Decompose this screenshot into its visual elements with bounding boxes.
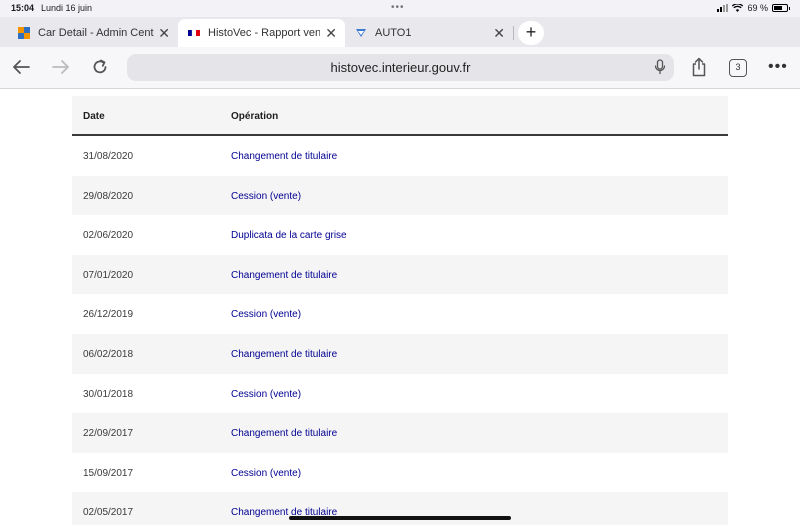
row-operation: Changement de titulaire [231,151,338,162]
address-bar[interactable]: histovec.interieur.gouv.fr [127,54,674,81]
grid-favicon-icon [18,27,30,39]
new-tab-button[interactable]: + [518,21,544,45]
status-time: 15:04 [11,3,35,13]
row-date: 30/01/2018 [83,388,134,400]
reload-icon [93,59,107,74]
share-icon [692,57,706,77]
browser-toolbar: histovec.interieur.gouv.fr [0,47,800,89]
forward-button[interactable] [48,54,74,80]
tab-overview-button[interactable]: 3 [729,59,747,77]
row-operation: Cession (vente) [231,309,302,321]
table-row: 02/05/2017 Changement de titulaire [72,492,728,525]
table-row: 30/01/2018 Cession (vente) [72,374,728,414]
operation-column-header: Opération [231,111,279,122]
row-date: 07/01/2020 [83,269,134,281]
close-tab-icon[interactable]: ✕ [325,25,337,42]
row-date: 31/08/2020 [83,151,134,162]
row-operation: Cession (vente) [231,190,302,202]
table-row: 26/12/2019 Cession (vente) [72,294,728,334]
back-button[interactable] [8,54,34,80]
multitasking-dots-icon[interactable]: ••• [391,2,405,13]
battery-icon [772,4,790,12]
tab-histovec[interactable]: HistoVec - Rapport vend ✕ [178,19,345,47]
french-flag-icon [188,29,200,37]
url-text: histovec.interieur.gouv.fr [330,60,471,75]
tab-title: Car Detail - Admin Cente [38,27,154,39]
cellular-signal-icon [717,4,729,12]
microphone-icon[interactable] [654,59,666,75]
table-header: Date Opération [72,96,728,136]
status-bar: 15:04 Lundi 16 juin ••• 69 % [0,0,800,17]
tab-car-detail[interactable]: Car Detail - Admin Cente ✕ [0,19,178,47]
table-row: 02/06/2020 Duplicata de la carte grise [72,215,728,255]
row-date: 29/08/2020 [83,190,134,202]
row-date: 06/02/2018 [83,348,134,360]
auto1-favicon-icon [356,29,366,37]
table-row: 15/09/2017 Cession (vente) [72,453,728,493]
arrow-left-icon [13,60,30,74]
status-right: 69 % [717,3,790,13]
table-row: 29/08/2020 Cession (vente) [72,175,728,216]
reload-button[interactable] [87,54,113,80]
arrow-right-icon [52,60,69,74]
close-tab-icon[interactable]: ✕ [493,25,505,42]
share-button[interactable] [686,54,712,80]
row-date: 22/09/2017 [83,428,134,440]
row-date: 02/06/2020 [83,230,134,242]
date-column-header: Date [83,111,105,122]
row-date: 02/05/2017 [83,507,134,519]
tab-auto1[interactable]: AUTO1 ✕ [345,19,513,47]
operations-history-table: Date Opération 31/08/2020 Changement de t… [72,96,728,525]
table-row: 06/02/2018 Changement de titulaire [72,333,728,374]
more-options-icon[interactable]: ••• [768,58,788,76]
table-body: 31/08/2020 Changement de titulaire 29/08/2… [72,136,728,525]
tab-title: AUTO1 [375,27,412,39]
battery-percent: 69 % [747,3,768,13]
tab-title: HistoVec - Rapport vend [208,27,320,39]
table-row: 22/09/2017 Changement de titulaire [72,413,728,453]
tab-divider [513,26,514,40]
row-operation: Cession (vente) [231,467,302,479]
table-row: 31/08/2020 Changement de titulaire [72,136,728,176]
row-date: 15/09/2017 [83,467,134,479]
row-operation: Cession (vente) [231,388,302,400]
status-date: Lundi 16 juin [41,3,93,13]
row-operation: Changement de titulaire [231,348,338,360]
table-row: 07/01/2020 Changement de titulaire [72,254,728,295]
row-operation: Duplicata de la carte grise [231,230,347,242]
row-operation: Changement de titulaire [231,428,338,440]
row-date: 26/12/2019 [83,309,134,321]
row-operation: Changement de titulaire [231,269,338,281]
wifi-icon [732,4,744,12]
close-tab-icon[interactable]: ✕ [158,25,170,42]
tab-bar: Car Detail - Admin Cente ✕ HistoVec - Ra… [0,17,800,47]
home-indicator[interactable] [289,516,511,520]
page-content: Date Opération 31/08/2020 Changement de t… [0,89,800,525]
